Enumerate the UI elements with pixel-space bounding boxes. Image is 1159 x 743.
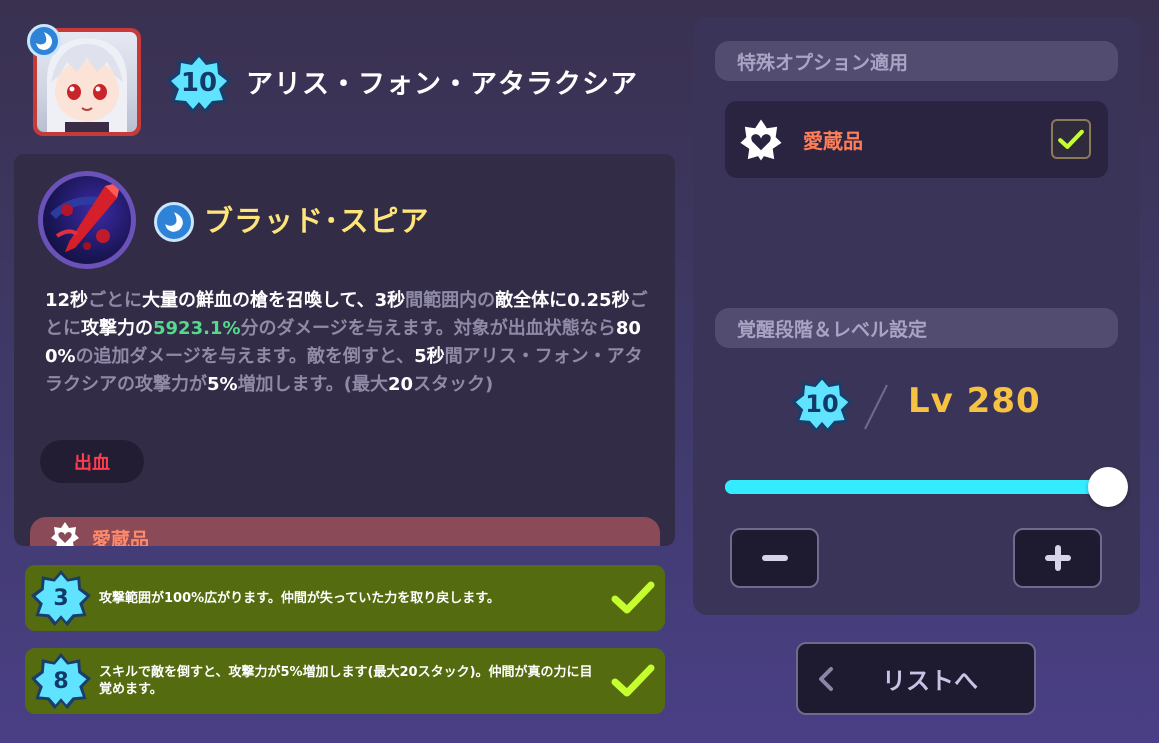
heart-badge-icon <box>51 522 79 546</box>
bleed-tag[interactable]: 出血 <box>40 440 144 483</box>
awakening-number: 10 <box>805 390 839 418</box>
level-slider-fill <box>725 480 1109 494</box>
option-label: 愛蔵品 <box>803 129 863 153</box>
bonus-level: 3 <box>53 585 69 611</box>
skill-description-part: 間範囲内の <box>405 290 496 311</box>
skill-description-part: 12秒 <box>45 290 89 311</box>
skill-description: 12秒ごとに大量の鮮血の槍を召喚して、3秒間範囲内の敵全体に0.25秒ごとに攻撃… <box>45 287 660 399</box>
settings-panel: 特殊オプション適用 愛蔵品 覚醒段階＆レベル設定 10 Lv 280 <box>693 17 1140 615</box>
star-badge-icon: 3 <box>31 568 91 628</box>
skill-description-part: 20 <box>388 374 414 395</box>
skill-panel: ブラッド･スピア 12秒ごとに大量の鮮血の槍を召喚して、3秒間範囲内の敵全体に0… <box>14 154 675 546</box>
awakening-number: 10 <box>180 68 218 98</box>
check-icon <box>611 581 655 614</box>
check-icon <box>611 664 655 697</box>
bonus-text: スキルで敵を倒すと、攻撃力が5%増加します(最大20スタック)。仲間が真の力に目… <box>99 665 593 697</box>
increase-level-button[interactable] <box>1013 528 1102 588</box>
skill-description-part: 大量の鮮血の槍を召喚して、 <box>142 290 375 311</box>
skill-description-part: の追加ダメージを与えます。敵を倒すと、 <box>75 346 415 367</box>
skill-description-part: 攻撃力の <box>81 318 153 339</box>
skill-description-part: 敵全体に <box>495 290 568 311</box>
bonus-row: 8 スキルで敵を倒すと、攻撃力が5%増加します(最大20スタック)。仲間が真の力… <box>25 648 665 714</box>
plus-icon <box>1044 545 1071 571</box>
water-element-icon <box>154 202 194 242</box>
check-icon <box>1058 129 1084 149</box>
skill-description-part: 5秒 <box>414 346 445 367</box>
skill-description-part: 5% <box>207 374 238 395</box>
decrease-level-button[interactable] <box>730 528 819 588</box>
back-to-list-label: リストへ <box>882 667 978 695</box>
water-element-icon <box>27 24 61 58</box>
level-slider-thumb[interactable] <box>1088 467 1128 507</box>
awakening-badge[interactable]: 10 <box>791 373 853 435</box>
special-option-header: 特殊オプション適用 <box>715 41 1118 81</box>
bonus-row: 3 攻撃範囲が100%広がります。仲間が失っていた力を取り戻します。 <box>25 565 665 631</box>
skill-description-part: 0.25秒 <box>567 290 630 311</box>
level-setting-header: 覚醒段階＆レベル設定 <box>715 308 1118 348</box>
skill-name: ブラッド･スピア <box>204 204 430 238</box>
level-slider[interactable] <box>725 480 1109 494</box>
star-badge-icon: 8 <box>31 651 91 711</box>
bonus-text: 攻撃範囲が100%広がります。仲間が失っていた力を取り戻します。 <box>99 590 500 606</box>
minus-icon <box>761 555 788 561</box>
chevron-left-icon <box>819 666 833 691</box>
blood-spear-skill-icon <box>38 171 136 269</box>
skill-description-part: 増加します。(最大 <box>237 374 388 395</box>
slash-divider <box>864 384 888 430</box>
skill-description-part: 3秒 <box>374 290 406 311</box>
character-name: アリス・フォン・アタラクシア <box>246 69 638 100</box>
bonus-level: 8 <box>53 668 69 694</box>
skill-description-part: スタック) <box>413 374 494 395</box>
back-to-list-button[interactable]: リストへ <box>796 642 1036 715</box>
heart-badge-icon <box>740 118 782 161</box>
awakening-badge: 10 <box>166 50 232 116</box>
treasure-option-row[interactable]: 愛蔵品 <box>725 101 1108 178</box>
treasure-checkbox[interactable] <box>1051 119 1091 159</box>
skill-description-part: ごとに <box>88 290 143 311</box>
level-value: Lv 280 <box>908 381 1041 421</box>
skill-description-part: 5923.1% <box>153 318 241 339</box>
skill-description-part: 分のダメージを与えます。対象が出血状態なら <box>240 318 616 339</box>
treasure-strip-label: 愛蔵品 <box>92 529 150 546</box>
treasure-strip: 愛蔵品 <box>30 517 660 546</box>
